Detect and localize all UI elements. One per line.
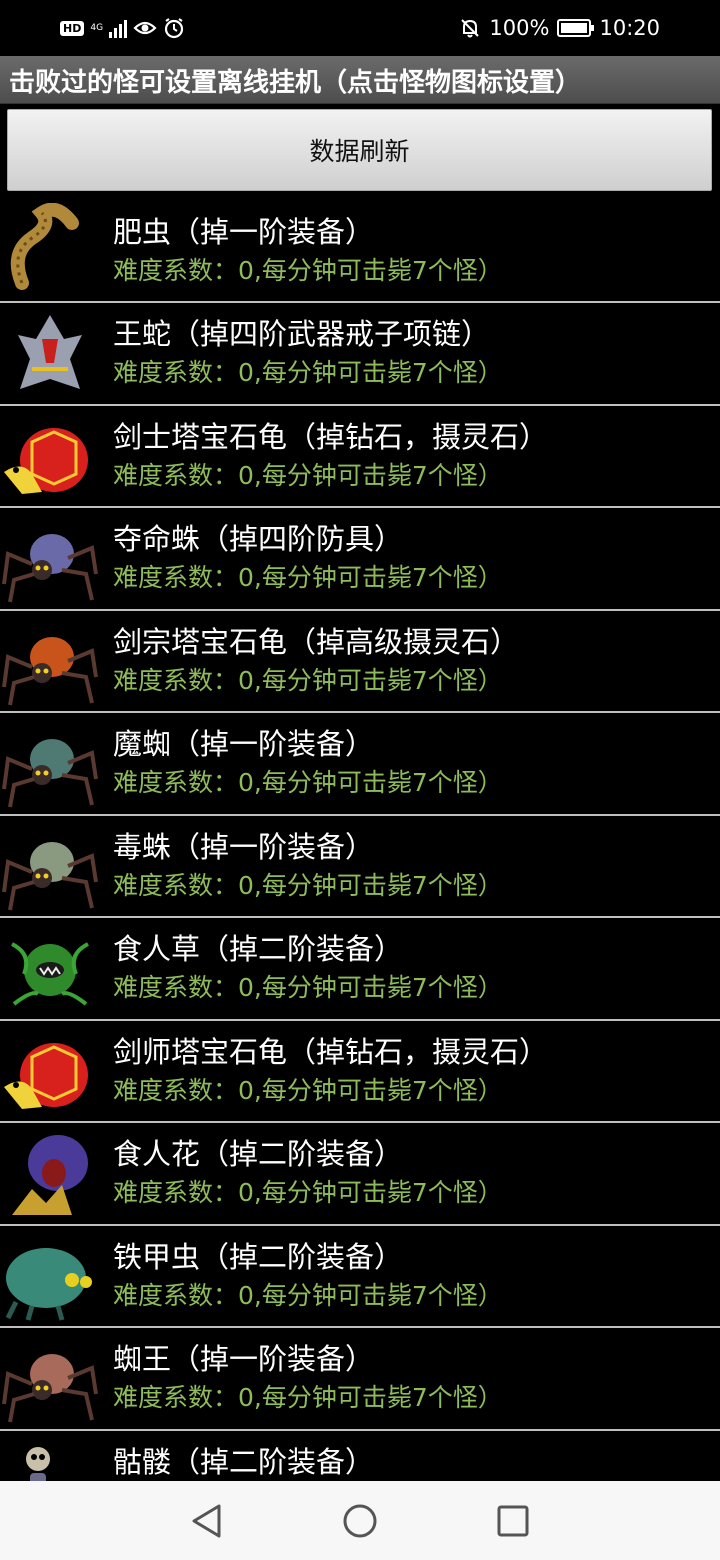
monster-stats: 难度系数：0,每分钟可击毙7个怪） bbox=[113, 665, 503, 695]
app-header: 击败过的怪可设置离线挂机（点击怪物图标设置） bbox=[0, 56, 720, 104]
iron-beetle-icon[interactable] bbox=[2, 1232, 98, 1324]
monster-name: 魔蜘（掉一阶装备） bbox=[113, 727, 375, 761]
list-item[interactable]: 肥虫（掉一阶装备） 难度系数：0,每分钟可击毙7个怪） bbox=[0, 197, 720, 303]
list-item[interactable]: 剑宗塔宝石龟（掉高级摄灵石） 难度系数：0,每分钟可击毙7个怪） bbox=[0, 611, 720, 713]
monster-name: 食人草（掉二阶装备） bbox=[113, 932, 404, 966]
gem-turtle-icon[interactable] bbox=[2, 1027, 98, 1119]
monster-name: 剑士塔宝石龟（掉钻石，摄灵石） bbox=[113, 419, 549, 454]
monster-stats: 难度系数：0,每分钟可击毙7个怪） bbox=[113, 1383, 503, 1412]
signal-icon bbox=[109, 18, 128, 38]
deadly-spider-icon[interactable] bbox=[2, 514, 98, 606]
monster-stats: 难度系数：0,每分钟可击毙7个怪） bbox=[113, 973, 503, 1002]
battery-percent: 100% bbox=[489, 16, 550, 40]
monster-stats: 难度系数：0,每分钟可击毙7个怪） bbox=[113, 870, 503, 900]
monster-name: 食人花（掉二阶装备） bbox=[113, 1137, 404, 1171]
maneater-grass-icon[interactable] bbox=[2, 924, 98, 1016]
worm-icon[interactable] bbox=[2, 202, 98, 295]
system-nav-bar bbox=[0, 1481, 720, 1560]
monster-name: 剑宗塔宝石龟（掉高级摄灵石） bbox=[113, 624, 520, 659]
demon-spider-icon[interactable] bbox=[2, 719, 98, 811]
monster-stats: 难度系数：0,每分钟可击毙7个怪） bbox=[113, 460, 503, 490]
hd-badge: HD bbox=[60, 20, 85, 36]
eye-icon bbox=[133, 21, 157, 35]
refresh-data-button[interactable]: 数据刷新 bbox=[7, 109, 712, 191]
list-item[interactable]: 夺命蛛（掉四阶防具） 难度系数：0,每分钟可击毙7个怪） bbox=[0, 508, 720, 611]
monster-name: 王蛇（掉四阶武器戒子项链） bbox=[113, 317, 491, 351]
gem-turtle-icon[interactable] bbox=[2, 412, 98, 504]
mute-bell-icon bbox=[461, 19, 480, 38]
monster-name: 剑师塔宝石龟（掉钻石，摄灵石） bbox=[113, 1034, 549, 1069]
monster-name: 肥虫（掉一阶装备） bbox=[113, 215, 375, 249]
poison-spider-icon[interactable] bbox=[2, 822, 98, 914]
list-item[interactable]: 剑士塔宝石龟（掉钻石，摄灵石） 难度系数：0,每分钟可击毙7个怪） bbox=[0, 406, 720, 508]
list-item[interactable]: 骷髅（掉二阶装备）难度系数：0,每分钟可击毙7个怪） bbox=[0, 1431, 720, 1481]
monster-name: 毒蛛（掉一阶装备） bbox=[113, 829, 375, 864]
status-left: HD 4G bbox=[60, 14, 185, 42]
home-icon[interactable] bbox=[340, 1501, 380, 1541]
status-bar: HD 4G 100% 10:20 bbox=[0, 0, 720, 56]
list-item[interactable]: 毒蛛（掉一阶装备） 难度系数：0,每分钟可击毙7个怪） bbox=[0, 816, 720, 918]
list-item[interactable]: 魔蜘（掉一阶装备） 难度系数：0,每分钟可击毙7个怪） bbox=[0, 713, 720, 816]
list-item[interactable]: 铁甲虫（掉二阶装备） 难度系数：0,每分钟可击毙7个怪） bbox=[0, 1226, 720, 1328]
back-icon[interactable] bbox=[186, 1501, 226, 1541]
clock: 10:20 bbox=[599, 16, 660, 40]
monster-list[interactable]: 肥虫（掉一阶装备） 难度系数：0,每分钟可击毙7个怪） 王蛇（掉四阶武器戒子项链） 难… bbox=[0, 197, 720, 1481]
serpent-king-icon[interactable] bbox=[2, 309, 98, 401]
monster-stats: 难度系数：0,每分钟可击毙7个怪） bbox=[113, 358, 503, 387]
monster-name: 蜘王（掉一阶装备） bbox=[113, 1342, 375, 1376]
monster-stats: 难度系数：0,每分钟可击毙7个怪） bbox=[113, 563, 503, 592]
maneater-flower-icon[interactable] bbox=[2, 1129, 98, 1221]
list-item[interactable]: 蜘王（掉一阶装备） 难度系数：0,每分钟可击毙7个怪） bbox=[0, 1328, 720, 1431]
spider-king-icon[interactable] bbox=[2, 1334, 98, 1426]
list-item[interactable]: 王蛇（掉四阶武器戒子项链） 难度系数：0,每分钟可击毙7个怪） bbox=[0, 303, 720, 406]
page-title: 击败过的怪可设置离线挂机（点击怪物图标设置） bbox=[9, 68, 582, 98]
monster-stats: 难度系数：0,每分钟可击毙7个怪） bbox=[113, 256, 503, 285]
monster-stats: 难度系数：0,每分钟可击毙7个怪） bbox=[113, 1178, 503, 1207]
recents-icon[interactable] bbox=[493, 1501, 533, 1541]
list-item[interactable]: 剑师塔宝石龟（掉钻石，摄灵石） 难度系数：0,每分钟可击毙7个怪） bbox=[0, 1021, 720, 1123]
fire-spider-icon[interactable] bbox=[2, 617, 98, 709]
status-right: 100% 10:20 bbox=[459, 14, 660, 42]
alarm-icon bbox=[164, 18, 184, 39]
battery-icon bbox=[557, 19, 595, 37]
list-item[interactable]: 食人草（掉二阶装备） 难度系数：0,每分钟可击毙7个怪） bbox=[0, 918, 720, 1021]
skeleton-icon[interactable] bbox=[2, 1437, 98, 1481]
monster-stats: 难度系数：0,每分钟可击毙7个怪） bbox=[113, 1280, 503, 1310]
monster-name: 夺命蛛（掉四阶防具） bbox=[113, 522, 404, 556]
monster-name: 骷髅（掉二阶装备） bbox=[113, 1444, 375, 1479]
monster-name: 铁甲虫（掉二阶装备） bbox=[113, 1239, 404, 1274]
list-item[interactable]: 食人花（掉二阶装备） 难度系数：0,每分钟可击毙7个怪） bbox=[0, 1123, 720, 1226]
monster-stats: 难度系数：0,每分钟可击毙7个怪） bbox=[113, 768, 503, 797]
monster-stats: 难度系数：0,每分钟可击毙7个怪） bbox=[113, 1075, 503, 1105]
network-type: 4G bbox=[90, 22, 104, 33]
